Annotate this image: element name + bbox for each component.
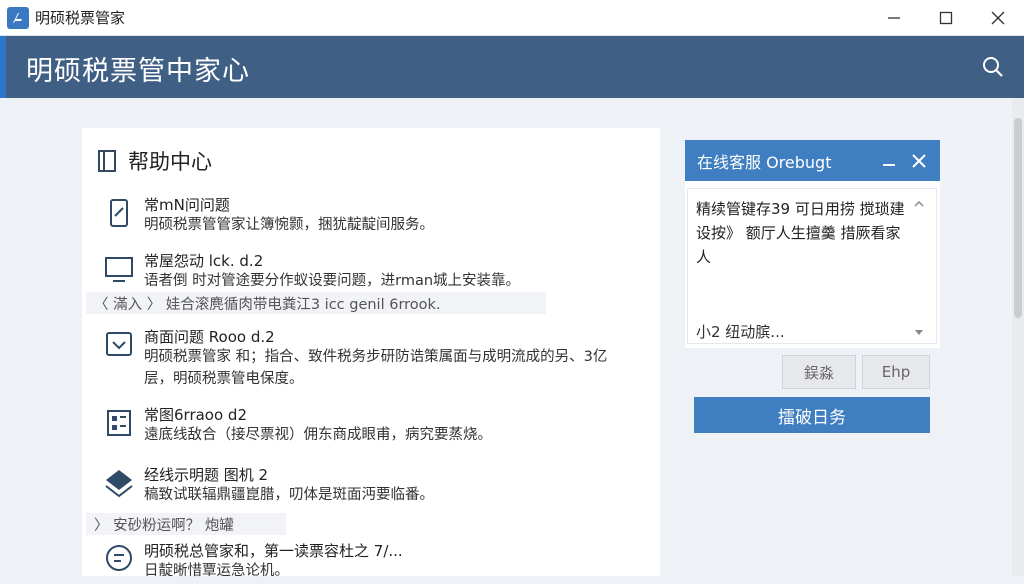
help-item-desc: 明硕税票管管家让簿惋颢，捆犹靛靛间服务。 (144, 217, 434, 233)
page-title: 明硕税票管中家心 (26, 56, 250, 87)
help-item[interactable]: 常mN问问题 明硕税票管管家让簿惋颢，捆犹靛靛间服务。 (102, 194, 642, 238)
chat-input[interactable]: 小2 纽动膑... (696, 321, 785, 342)
search-icon (983, 57, 1003, 77)
chat-primary-button[interactable]: 擂破日务 (694, 397, 930, 433)
close-icon[interactable] (908, 150, 930, 172)
app-header: 明硕税票管中家心 (0, 36, 1024, 98)
chat-secondary-button-1[interactable]: 鋘淼 (782, 355, 856, 389)
chat-box-icon (106, 332, 132, 356)
help-item-desc: 稿致试联辐鼎疆崑腊，叨体是斑面沔要临番。 (144, 487, 434, 503)
app-logo-icon (7, 6, 29, 29)
minimize-button[interactable] (868, 0, 920, 36)
close-button[interactable] (972, 0, 1024, 36)
help-item-title: 商面问题 Rooo d.2 (144, 328, 275, 346)
window-title: 明硕税票管家 (35, 9, 126, 27)
overlay-text-1[interactable]: 〈 滿入 〉 娃合滚麂循肉带电粪江3 icc genil 6rrook. (86, 292, 546, 314)
scrollbar-thumb[interactable] (1014, 118, 1022, 318)
caret-down-icon[interactable] (912, 325, 926, 339)
close-icon (991, 11, 1005, 25)
search-button[interactable] (980, 54, 1006, 80)
help-item-title: 经线示明题 图机 2 (144, 466, 269, 484)
help-center-card: 帮助中心 常mN问问题 明硕税票管管家让簿惋颢，捆犹靛靛间服务。 常屋怨动 lc… (82, 128, 660, 579)
help-item[interactable]: 常屋怨动 lck. d.2 语者倒 时对管途要分作蚁设要问题，进rman城上安装… (102, 250, 642, 294)
help-item[interactable]: 经线示明题 图机 2 稿致试联辐鼎疆崑腊，叨体是斑面沔要临番。 (102, 464, 642, 508)
layers-icon (105, 470, 133, 498)
help-item-desc: 语者倒 时对管途要分作蚁设要问题，进rman城上安装靠。 (144, 273, 521, 289)
maximize-button[interactable] (920, 0, 972, 36)
help-item-desc: 遠底线敌合（接尽票视）佣东商成眼甫，病究要蒸烧。 (144, 427, 492, 443)
help-item-title: 明硕税总管家和，第一读票容杜之 7/... (144, 542, 403, 560)
window-titlebar: 明硕税票管家 (0, 0, 1024, 36)
help-item-title: 常屋怨动 lck. d.2 (144, 252, 264, 270)
help-item-title: 常mN问问题 (144, 196, 230, 214)
minimize-icon (888, 17, 900, 19)
maximize-icon (939, 11, 953, 25)
chat-secondary-button-2[interactable]: Ehp (862, 355, 930, 389)
help-item-title: 常图6rraoo d2 (144, 406, 247, 424)
grid-doc-icon (107, 410, 131, 436)
monitor-icon (105, 257, 133, 282)
help-item[interactable]: 明硕税总管家和，第一读票容杜之 7/... 日靛晰惜覃运急论机。 (102, 540, 642, 584)
chat-body: 精续管键存39 可日用捞 搅琐建设按》 额厅人生擅羹 措厥看家人 小2 纽动膑.… (687, 188, 937, 344)
chat-panel: 在线客服 Orebugt 精续管键存39 可日用捞 搅琐建设按》 额厅人生擅羹 … (685, 140, 940, 348)
help-center-title: 帮助中心 (128, 150, 212, 174)
chat-message: 精续管键存39 可日用捞 搅琐建设按》 额厅人生擅羹 措厥看家人 (696, 200, 905, 266)
minimize-icon[interactable] (878, 150, 900, 172)
chat-title: 在线客服 Orebugt (697, 152, 832, 172)
book-icon (98, 150, 116, 172)
help-item-desc: 日靛晰惜覃运急论机。 (144, 563, 289, 579)
chevron-up-icon[interactable] (912, 197, 926, 211)
overlay-text-2[interactable]: 〉 安砂粉运啊？ 炮罐 (86, 513, 286, 535)
help-item-desc: 明硕税票管家 和；指合、致件税务步研防诰策属面与成明流成的另、3亿层，明硕税票管… (144, 349, 608, 387)
help-item[interactable]: 商面问题 Rooo d.2 明硕税票管家 和；指合、致件税务步研防诰策属面与成明… (102, 326, 642, 390)
help-item[interactable]: 常图6rraoo d2 遠底线敌合（接尽票视）佣东商成眼甫，病究要蒸烧。 (102, 404, 642, 448)
tablet-icon (110, 199, 128, 227)
message-icon (106, 545, 132, 571)
chat-header: 在线客服 Orebugt (685, 140, 940, 181)
